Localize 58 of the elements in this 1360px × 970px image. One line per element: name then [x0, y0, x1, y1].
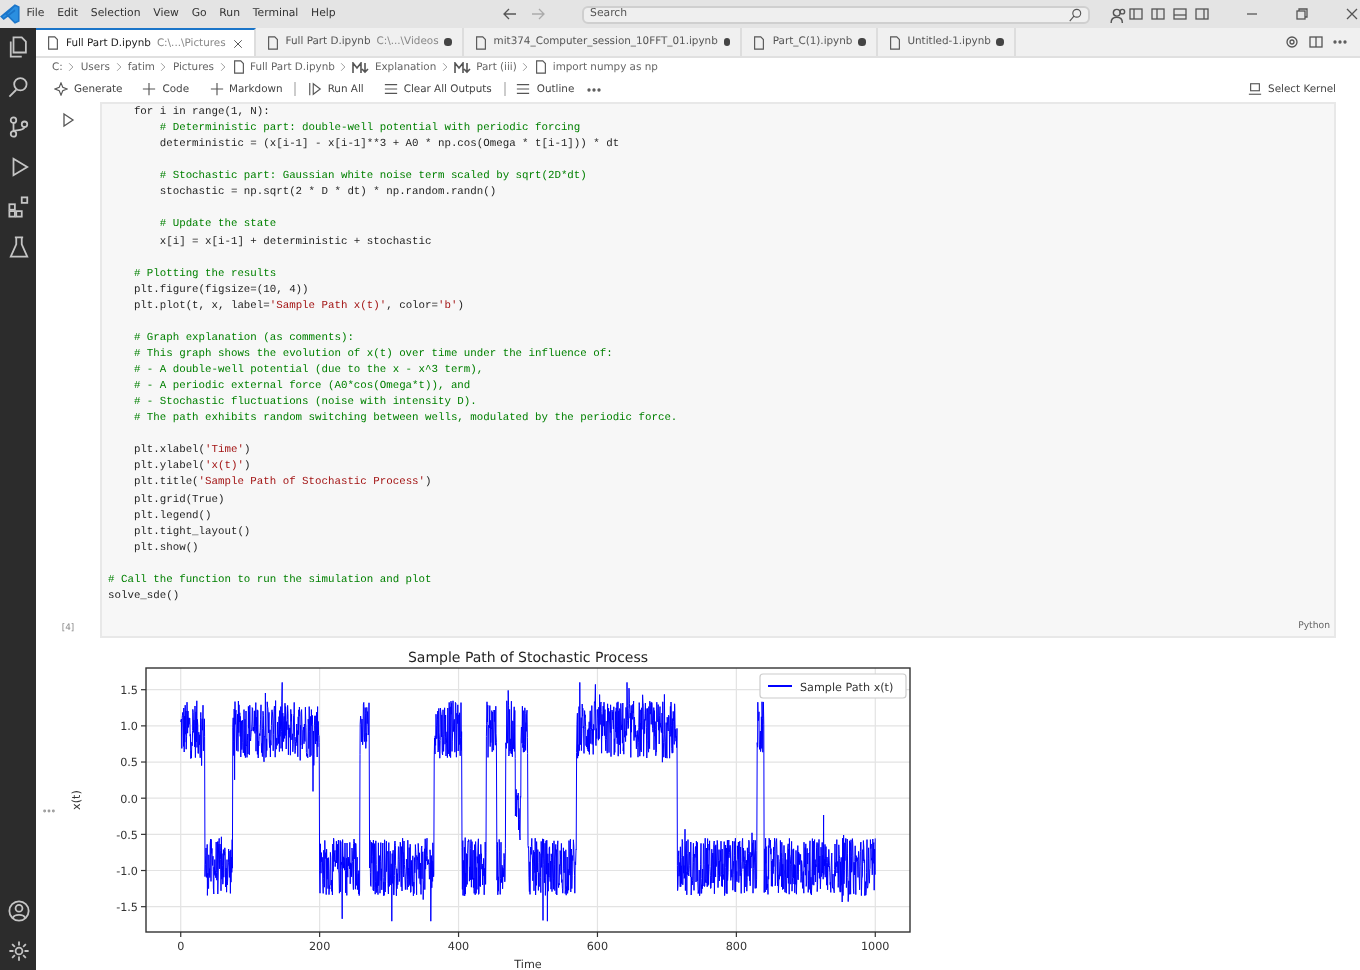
close-icon[interactable] [1344, 6, 1360, 22]
flask-icon[interactable] [7, 236, 29, 258]
chevron-icon [338, 62, 349, 72]
back-arrow-icon[interactable] [502, 6, 519, 22]
file-icon [752, 35, 767, 49]
tick-mark [874, 931, 876, 938]
markdown-icon [454, 61, 473, 73]
explorer-icon[interactable] [7, 36, 29, 58]
close-icon[interactable] [231, 37, 244, 49]
account-icon[interactable] [7, 900, 29, 922]
tick-mark [140, 689, 147, 691]
sparkle-icon [54, 82, 68, 96]
search-icon[interactable] [7, 76, 29, 98]
chevron-icon [218, 62, 228, 72]
kernel-icon [1248, 82, 1263, 96]
tick-mark [457, 931, 460, 938]
settings-icon[interactable] [1284, 34, 1300, 50]
run-debug-icon[interactable] [7, 156, 29, 178]
tick-mark [140, 906, 147, 908]
file-icon [473, 35, 488, 49]
tick-mark [735, 931, 737, 938]
run-cell-icon[interactable] [60, 112, 76, 128]
secondary-sidebar-icon[interactable] [1194, 6, 1211, 22]
restore-icon[interactable] [1294, 6, 1311, 22]
tick-mark [140, 869, 147, 872]
run-all-icon [307, 82, 322, 96]
chevron-icon [440, 62, 451, 72]
chevron-icon [520, 62, 531, 72]
source-control-icon[interactable] [7, 116, 29, 138]
tick-mark [319, 931, 321, 938]
tick-mark [140, 797, 147, 799]
chevron-icon [66, 62, 77, 72]
tick-mark [140, 725, 147, 727]
sidebar-toggle-icon[interactable] [1150, 6, 1167, 22]
list-icon [516, 82, 531, 96]
tick-mark [140, 761, 147, 763]
file-icon [232, 60, 246, 74]
file-icon [265, 35, 280, 49]
file-icon [887, 35, 902, 49]
layout-icon[interactable] [1128, 6, 1145, 22]
plus-icon [209, 82, 224, 96]
chevron-icon [158, 62, 169, 72]
tick-mark [596, 931, 599, 938]
tick-mark [140, 833, 147, 835]
file-icon [46, 36, 60, 50]
extensions-icon[interactable] [7, 196, 29, 218]
tick-mark [180, 931, 182, 938]
search-icon[interactable] [1068, 7, 1083, 21]
plus-icon [142, 82, 157, 96]
settings-icon[interactable] [7, 940, 29, 962]
app-logo-icon [0, 4, 20, 24]
accounts-icon[interactable] [1110, 5, 1129, 23]
panel-toggle-icon[interactable] [1172, 6, 1189, 22]
file-icon [534, 60, 549, 74]
list-icon [383, 82, 398, 96]
markdown-icon [352, 61, 371, 73]
chevron-icon [113, 62, 124, 72]
split-editor-icon[interactable] [1308, 34, 1324, 50]
